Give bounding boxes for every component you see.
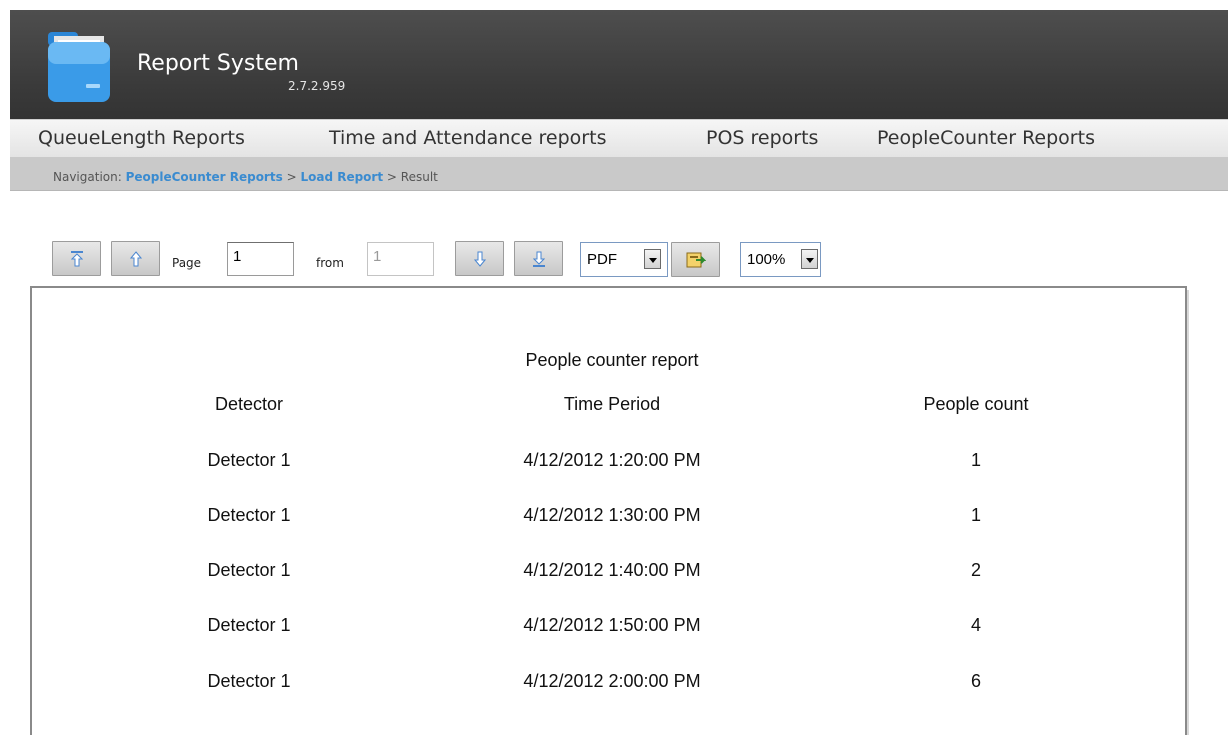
breadcrumb: Navigation: PeopleCounter Reports > Load… — [53, 170, 438, 184]
breadcrumb-bar: Navigation: PeopleCounter Reports > Load… — [10, 157, 1228, 191]
menu-item-time-attendance-reports[interactable]: Time and Attendance reports — [329, 127, 606, 149]
app-title: Report System — [137, 51, 299, 76]
export-button[interactable] — [671, 242, 720, 277]
total-pages-field: 1 — [367, 242, 434, 276]
breadcrumb-prefix: Navigation: — [53, 170, 122, 184]
app-header: Report System 2.7.2.959 — [10, 10, 1228, 119]
breadcrumb-link-load-report[interactable]: Load Report — [300, 170, 383, 184]
app-version: 2.7.2.959 — [288, 79, 346, 93]
cell-detector: Detector 1 — [207, 560, 291, 580]
breadcrumb-current: Result — [400, 170, 438, 184]
cell-people-count: 6 — [970, 671, 982, 691]
folder-icon — [48, 32, 110, 102]
page-number-input[interactable]: 1 — [227, 242, 294, 276]
menu-item-queuelength-reports[interactable]: QueueLength Reports — [38, 127, 245, 149]
cell-time-period: 4/12/2012 1:50:00 PM — [523, 615, 701, 635]
chevron-down-icon — [801, 249, 818, 269]
main-menu: QueueLength Reports Time and Attendance … — [10, 119, 1228, 157]
next-page-icon — [474, 251, 486, 267]
zoom-value: 100% — [747, 251, 786, 268]
first-page-icon — [71, 251, 83, 267]
zoom-select[interactable]: 100% — [740, 242, 821, 277]
cell-detector: Detector 1 — [207, 450, 291, 470]
from-label: from — [316, 256, 344, 270]
cell-detector: Detector 1 — [207, 615, 291, 635]
export-format-select[interactable]: PDF — [580, 242, 668, 277]
first-page-button[interactable] — [52, 241, 101, 276]
frame-shadow — [1187, 290, 1189, 735]
column-header-people-count: People count — [923, 394, 1029, 414]
cell-people-count: 2 — [970, 560, 982, 580]
cell-time-period: 4/12/2012 1:30:00 PM — [523, 505, 701, 525]
breadcrumb-separator: > — [386, 170, 397, 184]
export-format-value: PDF — [587, 251, 617, 268]
cell-people-count: 1 — [970, 505, 982, 525]
breadcrumb-link-peoplecounter-reports[interactable]: PeopleCounter Reports — [126, 170, 283, 184]
last-page-button[interactable] — [514, 241, 563, 276]
column-header-detector: Detector — [214, 394, 284, 414]
cell-time-period: 4/12/2012 2:00:00 PM — [523, 671, 701, 691]
page-label: Page — [172, 256, 202, 270]
column-header-time-period: Time Period — [563, 394, 661, 414]
cell-people-count: 4 — [970, 615, 982, 635]
report-title: People counter report — [525, 350, 699, 370]
previous-page-icon — [130, 251, 142, 267]
cell-people-count: 1 — [970, 450, 982, 470]
cell-detector: Detector 1 — [207, 505, 291, 525]
export-icon — [686, 252, 706, 268]
menu-item-pos-reports[interactable]: POS reports — [706, 127, 818, 149]
previous-page-button[interactable] — [111, 241, 160, 276]
breadcrumb-separator: > — [286, 170, 297, 184]
cell-time-period: 4/12/2012 1:20:00 PM — [523, 450, 701, 470]
last-page-icon — [533, 251, 545, 267]
cell-detector: Detector 1 — [207, 671, 291, 691]
menu-item-peoplecounter-reports[interactable]: PeopleCounter Reports — [877, 127, 1095, 149]
chevron-down-icon — [644, 249, 661, 269]
cell-time-period: 4/12/2012 1:40:00 PM — [523, 560, 701, 580]
next-page-button[interactable] — [455, 241, 504, 276]
